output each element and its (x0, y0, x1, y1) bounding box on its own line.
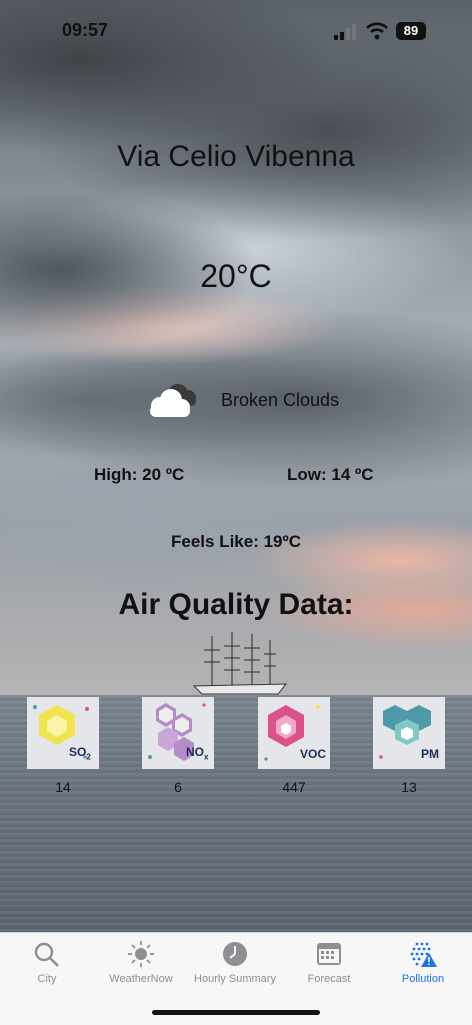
low-temperature: Low: 14 ºC (287, 465, 374, 484)
tab-hourly-summary[interactable]: Hourly Summary (188, 933, 282, 993)
weather-condition: Broken Clouds (221, 390, 340, 410)
feels-like: Feels Like: 19ºC (171, 532, 301, 551)
pollution-warning-icon (410, 942, 437, 967)
cellular-signal-icon (334, 24, 356, 40)
calendar-icon (317, 943, 341, 965)
tab-city[interactable]: City (0, 933, 94, 993)
wifi-icon (366, 22, 388, 40)
tab-pollution-label: Pollution (401, 973, 445, 985)
sun-icon (128, 941, 154, 967)
nox-value: 6 (174, 779, 182, 795)
tab-hourly-summary-label: Hourly Summary (194, 973, 276, 985)
so2-subscript: 2 (86, 752, 91, 762)
nox-tile[interactable]: NOx (142, 697, 214, 769)
nox-subscript: x (204, 752, 209, 762)
sailing-ship (192, 632, 288, 695)
tab-forecast[interactable]: Forecast (282, 933, 376, 993)
search-icon (34, 942, 59, 967)
voc-label: VOC (300, 747, 327, 761)
status-time: 09:57 (62, 20, 109, 40)
air-quality-title: Air Quality Data: (118, 588, 354, 621)
pm-value: 13 (401, 779, 417, 795)
high-temperature: High: 20 ºC (94, 465, 185, 484)
tab-pollution[interactable]: Pollution (376, 933, 470, 993)
so2-value: 14 (55, 779, 71, 795)
city-name: Via Celio Vibenna (117, 140, 355, 173)
home-indicator (152, 1010, 320, 1015)
voc-tile[interactable]: VOC (258, 697, 330, 769)
tab-city-label: City (37, 973, 57, 985)
pm-tile[interactable]: PM (373, 697, 445, 769)
clock-icon (223, 942, 247, 966)
pm-label: PM (421, 747, 439, 761)
current-temperature: 20°C (200, 258, 272, 294)
so2-label: SO (69, 745, 87, 759)
nox-label: NO (186, 745, 204, 759)
tab-weathernow[interactable]: WeatherNow (94, 933, 188, 993)
voc-value: 447 (282, 779, 306, 795)
battery-indicator: 89 (396, 22, 426, 40)
status-bar: 09:57 89 (0, 0, 472, 60)
tab-forecast-label: Forecast (307, 973, 351, 985)
tab-weathernow-label: WeatherNow (109, 973, 173, 985)
so2-tile[interactable]: SO2 (27, 697, 99, 769)
cloud-icon (150, 384, 196, 417)
